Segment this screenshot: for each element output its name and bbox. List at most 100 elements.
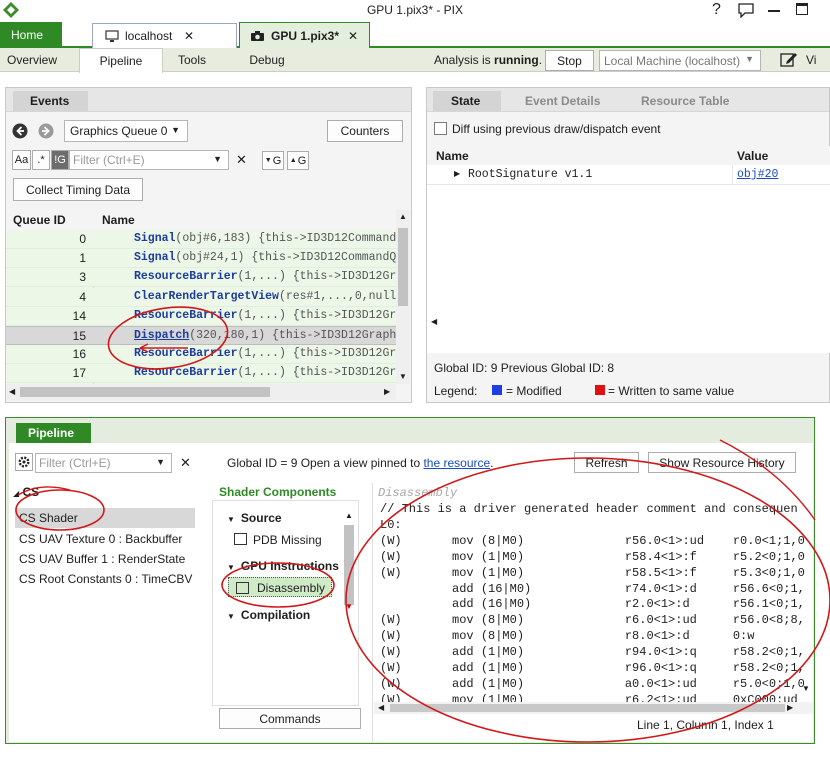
scroll-down-icon[interactable]: ▼ [345, 602, 353, 611]
event-row[interactable]: 17 ResourceBarrier(1,...) {this->ID3D12Gr [6, 364, 396, 384]
scroll-right-icon[interactable]: ▶ [787, 703, 793, 712]
event-row[interactable]: 16 ResourceBarrier(1,...) {this->ID3D12Gr [6, 345, 396, 365]
document-icon [236, 582, 249, 594]
components-scroll-thumb[interactable] [344, 525, 354, 605]
disassembly-item[interactable]: Disassembly [228, 577, 332, 597]
disassembly-vscroll[interactable]: ▼ [799, 502, 813, 702]
maximize-button[interactable] [796, 3, 808, 15]
stage-item-cs-shader[interactable]: CS Shader [15, 508, 195, 528]
tab-pipeline[interactable]: Pipeline [79, 48, 163, 73]
state-col-value[interactable]: Value [737, 149, 768, 163]
clear-filter-icon[interactable]: ✕ [236, 152, 247, 168]
scroll-up-icon[interactable]: ▲ [345, 511, 353, 520]
settings-gear-icon[interactable] [15, 453, 33, 471]
expand-arrow-icon[interactable]: ▶ [454, 169, 460, 178]
event-row[interactable]: 14 ResourceBarrier(1,...) {this->ID3D12Gr [6, 306, 396, 326]
components-vscroll[interactable]: ▲ ▼ [342, 507, 356, 615]
event-row[interactable]: 3 ResourceBarrier(1,...) {this->ID3D12Gr [6, 268, 396, 288]
machine-select-value: Local Machine (localhost) [604, 53, 741, 68]
tab-debug[interactable]: Debug [236, 48, 298, 72]
compilation-group[interactable]: ▼ Compilation [227, 608, 310, 622]
show-resource-history-button[interactable]: Show Resource History [648, 452, 796, 473]
commands-button[interactable]: Commands [219, 708, 361, 729]
events-panel-header: Events [6, 88, 411, 112]
events-table-header: Queue ID Name [6, 210, 396, 230]
pipeline-filter-input[interactable]: Filter (Ctrl+E) ▼ [35, 453, 172, 473]
stage-header[interactable]: ◢ CS [13, 485, 39, 499]
tab-pipeline-panel[interactable]: Pipeline [16, 423, 91, 443]
close-localhost-icon[interactable]: ✕ [184, 29, 194, 43]
queue-select[interactable]: Graphics Queue 0 ▼ [64, 120, 188, 142]
tab-state[interactable]: State [433, 91, 501, 111]
tab-localhost[interactable]: localhost ✕ [92, 23, 237, 48]
event-row[interactable]: 0 Signal(obj#6,183) {this->ID3D12CommandQ [6, 230, 396, 249]
analysis-suffix: . [538, 53, 543, 67]
help-button[interactable]: ? [712, 1, 721, 19]
source-group[interactable]: ▼ Source [227, 511, 282, 525]
events-filter-input[interactable]: Filter (Ctrl+E) ▼ [69, 150, 229, 170]
tab-events[interactable]: Events [13, 91, 88, 111]
resource-link[interactable]: the resource [423, 456, 490, 470]
events-vscroll-thumb[interactable] [398, 228, 408, 306]
down-arrow-icon: ▼ [264, 157, 272, 164]
tab-tools[interactable]: Tools [163, 48, 221, 72]
col-name[interactable]: Name [102, 213, 135, 227]
stage-item-uav-texture[interactable]: CS UAV Texture 0 : Backbuffer [19, 532, 182, 546]
prev-group-button[interactable]: ▼ G [262, 151, 284, 170]
stage-item-uav-buffer[interactable]: CS UAV Buffer 1 : RenderState [19, 552, 185, 566]
refresh-button[interactable]: Refresh [574, 452, 639, 473]
event-row[interactable]: 4 ClearRenderTargetView(res#1,...,0,nullp [6, 287, 396, 307]
forward-nav-icon[interactable] [38, 123, 54, 139]
tab-gpu-label: GPU 1.pix3* [271, 28, 340, 43]
legend-modified-swatch [492, 385, 502, 395]
view-edit-icon[interactable] [780, 51, 798, 68]
stage-item-root-constants[interactable]: CS Root Constants 0 : TimeCBV [19, 572, 192, 586]
back-nav-icon[interactable] [12, 123, 28, 139]
gpu-instructions-group[interactable]: ▼ GPU Instructions [227, 559, 339, 573]
event-name: ResourceBarrier(1,...) {this->ID3D12Gr [134, 309, 396, 322]
machine-select[interactable]: Local Machine (localhost) ▼ [599, 50, 761, 71]
next-group-button[interactable]: ▲ G [287, 151, 309, 170]
close-gpu-icon[interactable]: ✕ [348, 29, 358, 43]
code-line: (W) add (1|M0) r96.0<1>:q r58.2<0;1, [380, 661, 805, 675]
event-row[interactable]: 15 Dispatch(320,180,1) {this->ID3D12Graph [6, 326, 396, 345]
tab-event-details[interactable]: Event Details [525, 94, 600, 108]
tab-gpu-capture[interactable]: GPU 1.pix3* ✕ [239, 22, 370, 48]
disassembly-hscroll-thumb[interactable] [390, 704, 785, 712]
event-row[interactable]: 1 Signal(obj#24,1) {this->ID3D12CommandQ [6, 249, 396, 269]
counters-button[interactable]: Counters [327, 120, 403, 142]
state-col-name[interactable]: Name [436, 149, 469, 163]
scroll-up-icon[interactable]: ▲ [399, 212, 407, 221]
scroll-down-icon[interactable]: ▼ [802, 684, 810, 693]
stop-button[interactable]: Stop [545, 50, 594, 71]
event-args: (res#1,...,0,nullp [278, 289, 396, 303]
events-hscroll-thumb[interactable] [20, 387, 270, 397]
regex-toggle[interactable]: .* [32, 150, 50, 170]
pdb-missing-item[interactable]: PDB Missing [234, 533, 322, 547]
feedback-icon[interactable] [738, 3, 754, 18]
events-vscroll[interactable]: ▲ ▼ [396, 210, 410, 384]
collect-timing-button[interactable]: Collect Timing Data [13, 178, 143, 201]
shader-components-list [212, 500, 359, 706]
col-queue-id[interactable]: Queue ID [13, 213, 66, 227]
match-case-toggle[interactable]: Aa [12, 150, 31, 170]
tab-home[interactable]: Home [0, 22, 62, 48]
tab-resource-table[interactable]: Resource Table [641, 94, 729, 108]
events-hscroll[interactable]: ◀ ▶ [6, 384, 396, 400]
scroll-left-icon[interactable]: ◀ [431, 317, 437, 326]
gpu-instructions-label: GPU Instructions [240, 559, 339, 573]
clear-pipeline-filter-icon[interactable]: ✕ [180, 455, 191, 471]
scroll-down-icon[interactable]: ▼ [399, 372, 407, 381]
view-menu[interactable]: Vi [806, 53, 816, 67]
scroll-right-icon[interactable]: ▶ [384, 387, 390, 396]
code-line: L0: [380, 517, 402, 532]
group-toggle[interactable]: !G [51, 150, 69, 170]
disassembly-hscroll[interactable]: ◀ ▶ [374, 702, 813, 714]
diff-checkbox[interactable] [434, 122, 447, 135]
minimize-button[interactable] [768, 10, 780, 12]
scroll-left-icon[interactable]: ◀ [378, 703, 384, 712]
root-signature-link[interactable]: obj#20 [737, 168, 778, 181]
scroll-left-icon[interactable]: ◀ [9, 387, 15, 396]
tab-overview[interactable]: Overview [0, 48, 64, 72]
root-signature-row[interactable]: ▶ RootSignature v1.1 obj#20 [427, 165, 830, 185]
